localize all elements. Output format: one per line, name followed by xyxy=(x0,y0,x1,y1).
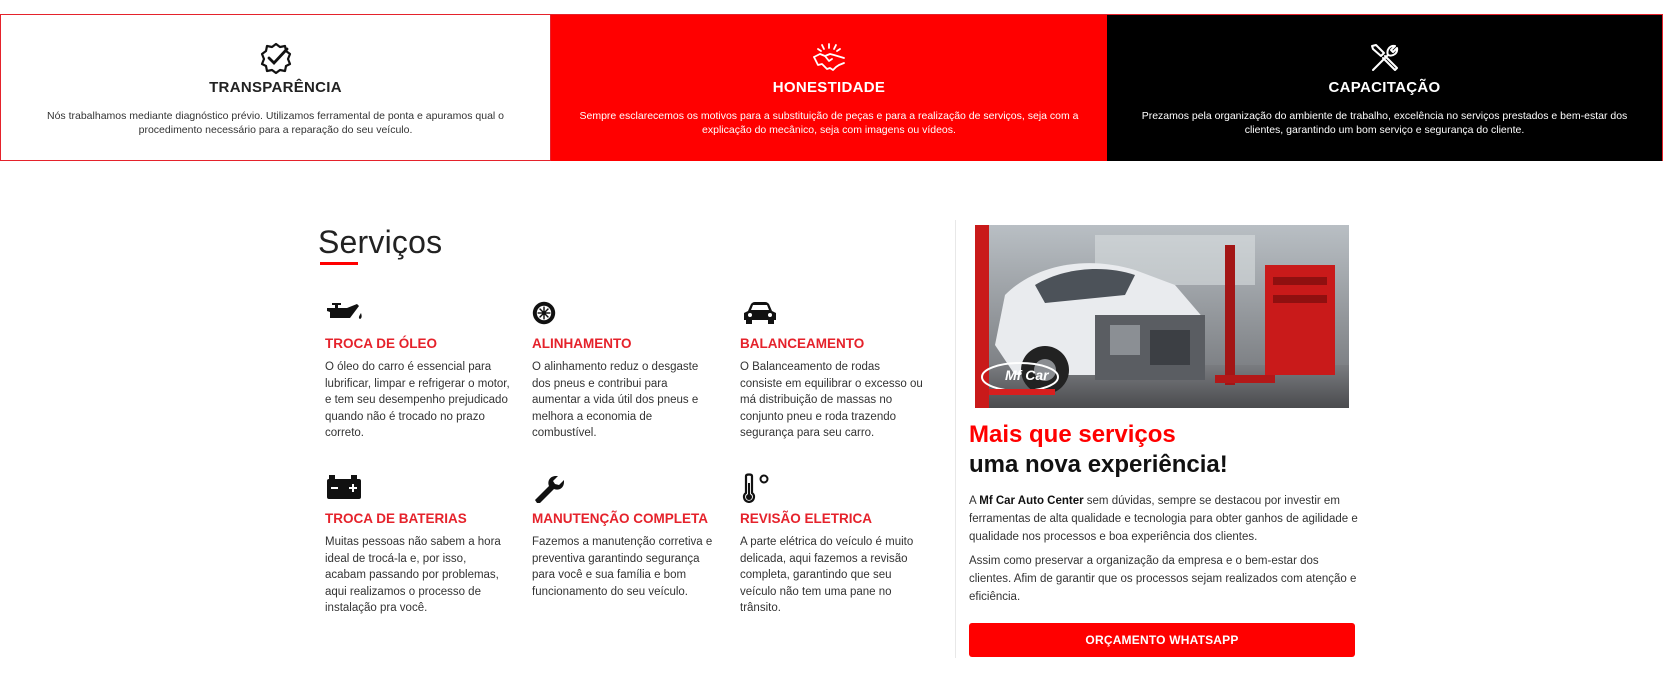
service-manutencao-completa: MANUTENÇÃO COMPLETA Fazemos a manutenção… xyxy=(532,473,717,600)
oil-can-icon xyxy=(327,303,362,319)
brand-name: Mf Car Auto Center xyxy=(979,495,1084,507)
column-divider xyxy=(955,220,956,658)
feature-title: TRANSPARÊNCIA xyxy=(209,79,342,96)
service-balanceamento: BALANCEAMENTO O Balanceamento de rodas c… xyxy=(740,298,925,442)
service-text: O óleo do carro é essencial para lubrifi… xyxy=(325,361,510,439)
services-section: Serviços xyxy=(318,222,938,265)
experience-paragraph-2: Assim como preservar a organização da em… xyxy=(969,555,1357,603)
features-strip: TRANSPARÊNCIA Nós trabalhamos mediante d… xyxy=(0,14,1663,161)
feature-title: HONESTIDADE xyxy=(772,79,886,96)
service-title: MANUTENÇÃO COMPLETA xyxy=(532,511,708,526)
service-text: O Balanceamento de rodas consiste em equ… xyxy=(740,361,923,439)
experience-heading-black: uma nova experiência! xyxy=(969,451,1228,478)
thermometer-icon xyxy=(742,473,769,503)
service-text: O alinhamento reduz o desgaste dos pneus… xyxy=(532,361,699,439)
service-text: Muitas pessoas não sabem a hora ideal de… xyxy=(325,536,501,614)
service-troca-de-oleo: TROCA DE ÓLEO O óleo do carro é essencia… xyxy=(325,298,510,442)
tire-icon xyxy=(532,301,556,325)
service-revisao-eletrica: REVISÃO ELETRICA A parte elétrica do veí… xyxy=(740,473,925,617)
feature-text: Sempre esclarecemos os motivos para a su… xyxy=(579,110,1079,136)
service-title: ALINHAMENTO xyxy=(532,336,632,351)
feature-text: Nós trabalhamos mediante diagnóstico pré… xyxy=(47,110,504,136)
service-troca-de-baterias: TROCA DE BATERIAS Muitas pessoas não sab… xyxy=(325,473,510,617)
service-text: Fazemos a manutenção corretiva e prevent… xyxy=(532,536,713,598)
feature-honestidade: HONESTIDADE Sempre esclarecemos os motiv… xyxy=(551,15,1107,161)
feature-transparencia: TRANSPARÊNCIA Nós trabalhamos mediante d… xyxy=(0,15,551,161)
experience-block: Mais que serviços uma nova experiência! … xyxy=(969,420,1369,606)
feature-capacitacao: CAPACITAÇÃO Prezamos pela organização do… xyxy=(1107,15,1663,161)
workshop-photo-illustration: Mf Car xyxy=(975,225,1349,408)
photo-logo: Mf Car xyxy=(1005,367,1050,383)
service-title: BALANCEAMENTO xyxy=(740,336,865,351)
title-underline xyxy=(320,262,358,265)
workshop-photo: Mf Car xyxy=(975,225,1349,408)
wrench-icon xyxy=(535,476,564,503)
tools-icon xyxy=(1370,44,1398,71)
service-title: TROCA DE ÓLEO xyxy=(325,336,438,351)
feature-title: CAPACITAÇÃO xyxy=(1328,79,1441,96)
experience-paragraph-1: A Mf Car Auto Center sem dúvidas, sempre… xyxy=(969,492,1359,546)
experience-heading-red: Mais que serviços xyxy=(969,421,1176,448)
service-title: REVISÃO ELETRICA xyxy=(740,511,873,526)
whatsapp-quote-button[interactable]: ORÇAMENTO WHATSAPP xyxy=(969,623,1355,657)
check-badge-icon xyxy=(260,42,291,75)
handshake-icon xyxy=(813,43,845,71)
section-title: Serviços xyxy=(318,224,443,260)
service-alinhamento: ALINHAMENTO O alinhamento reduz o desgas… xyxy=(532,298,717,442)
p1-prefix: A xyxy=(969,495,980,507)
service-text: A parte elétrica do veículo é muito deli… xyxy=(740,536,914,614)
service-title: TROCA DE BATERIAS xyxy=(325,511,467,526)
feature-text: Prezamos pela organização do ambiente de… xyxy=(1141,110,1628,136)
battery-icon xyxy=(327,475,361,499)
car-icon xyxy=(744,302,776,324)
